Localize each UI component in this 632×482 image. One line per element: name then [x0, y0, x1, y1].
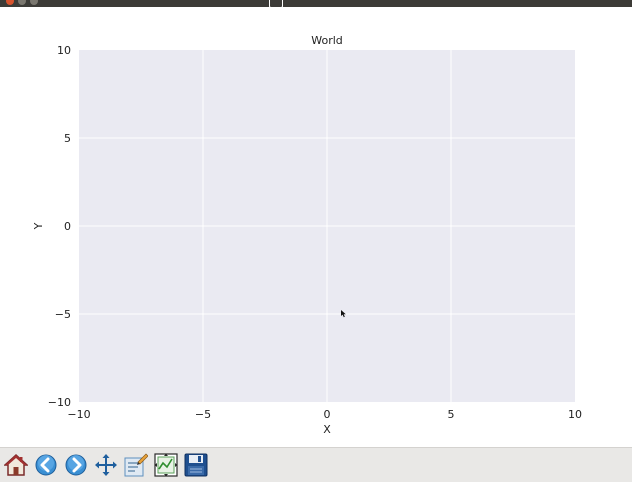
back-arrow-icon: [34, 453, 58, 477]
y-axis-label: Y: [32, 222, 45, 230]
navigation-toolbar: [0, 447, 632, 482]
zoom-rect-icon: [124, 453, 148, 477]
close-icon[interactable]: [6, 0, 14, 5]
figure-window: −10 −5 0 5 10 −10 −5 0 5 10 World X Y: [0, 0, 632, 482]
x-tick-label: 10: [568, 408, 582, 421]
zoom-button[interactable]: [123, 451, 149, 479]
pan-icon: [94, 453, 118, 477]
x-tick-label: 0: [324, 408, 331, 421]
y-tick-label: 0: [64, 220, 71, 233]
home-button[interactable]: [3, 451, 29, 479]
chart[interactable]: −10 −5 0 5 10 −10 −5 0 5 10 World X Y: [0, 7, 632, 447]
x-tick-label: 5: [448, 408, 455, 421]
y-tick-label: 10: [57, 44, 71, 57]
configure-subplots-button[interactable]: [153, 451, 179, 479]
window-titlebar[interactable]: [0, 0, 632, 8]
pan-button[interactable]: [93, 451, 119, 479]
forward-button[interactable]: [63, 451, 89, 479]
configure-subplots-icon: [154, 453, 178, 477]
y-tick-label: −10: [48, 396, 71, 409]
forward-arrow-icon: [64, 453, 88, 477]
maximize-icon[interactable]: [30, 0, 38, 5]
back-button[interactable]: [33, 451, 59, 479]
save-icon: [184, 453, 208, 477]
x-tick-label: −5: [195, 408, 211, 421]
save-button[interactable]: [183, 451, 209, 479]
home-icon: [4, 453, 28, 477]
chart-title: World: [311, 34, 343, 47]
x-tick-label: −10: [67, 408, 90, 421]
minimize-icon[interactable]: [18, 0, 26, 5]
y-tick-label: 5: [64, 132, 71, 145]
y-tick-label: −5: [55, 308, 71, 321]
mouse-cursor-icon: [341, 303, 347, 322]
x-axis-label: X: [323, 423, 331, 436]
plot-canvas[interactable]: −10 −5 0 5 10 −10 −5 0 5 10 World X Y: [0, 7, 632, 447]
